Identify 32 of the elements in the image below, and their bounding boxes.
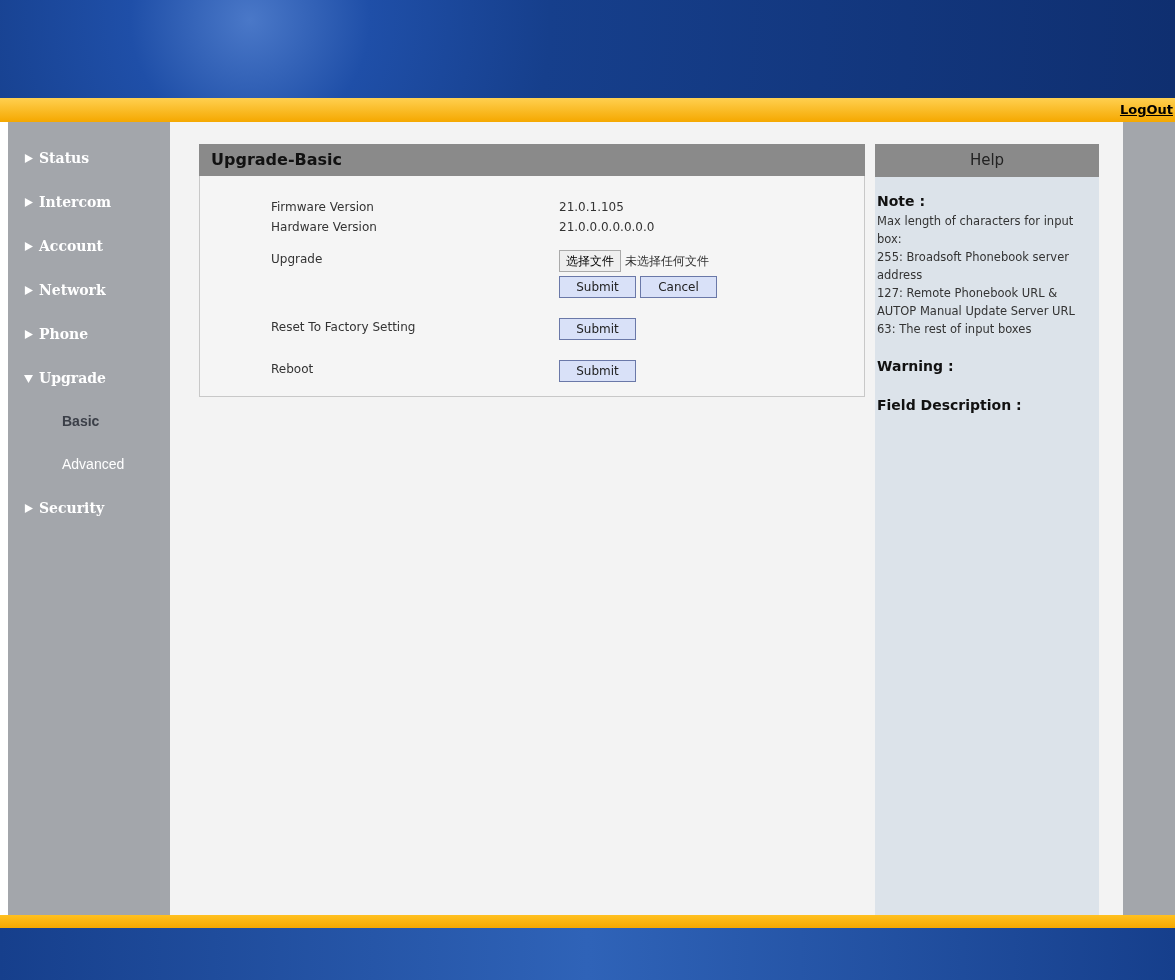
help-text: 255: Broadsoft Phonebook server address [877,249,1070,284]
choose-file-button[interactable]: 选择文件 [559,250,621,272]
help-heading: Warning : [877,357,955,376]
field-label: Firmware Version [271,199,375,216]
sidebar-item[interactable]: Phone [8,312,170,356]
panel-title: Upgrade-Basic [199,144,865,176]
form-button[interactable]: Submit [559,276,636,298]
help-heading: Field Description : [877,396,1023,415]
sidebar-item[interactable]: Account [8,224,170,268]
help-text: 63: The rest of input boxes [877,321,1033,338]
form-button[interactable]: Submit [559,318,636,340]
field-label: Hardware Version [271,219,378,236]
sidebar-subitem[interactable]: Basic [8,400,170,443]
sidebar-item[interactable]: Upgrade [8,356,170,400]
file-status: 未选择任何文件 [625,253,709,270]
help-text: 127: Remote Phonebook URL & AUTOP Manual Update Server URL [877,285,1076,320]
form-button[interactable]: Submit [559,360,636,382]
sidebar-subitem[interactable]: Advanced [8,443,170,486]
sidebar-item[interactable]: Intercom [8,180,170,224]
sidebar-item[interactable]: Status [8,136,170,180]
help-heading: Note : [877,192,926,211]
field-label: Reboot [271,361,315,378]
sidebar-item[interactable]: Network [8,268,170,312]
help-title: Help [875,144,1099,177]
field-value: 21.0.1.105 [559,199,624,216]
field-value: 21.0.0.0.0.0.0.0 [559,219,655,236]
field-label: Reset To Factory Setting [271,319,417,336]
sidebar-item[interactable]: Security [8,486,170,530]
field-label: Upgrade [271,251,324,268]
logout-link[interactable]: LogOut [1119,100,1173,120]
form-button[interactable]: Cancel [640,276,717,298]
help-text: Max length of characters for input box: [877,213,1075,248]
